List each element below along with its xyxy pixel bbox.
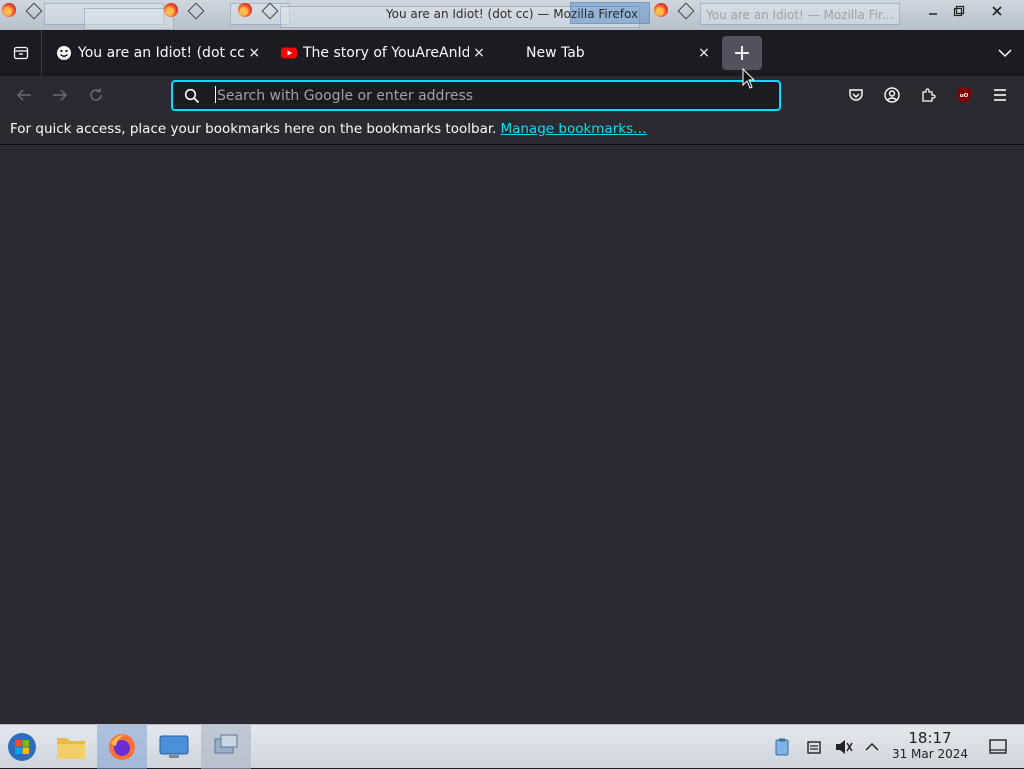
firefox-taskbar-button[interactable] [97, 725, 147, 769]
back-icon[interactable] [12, 84, 36, 106]
menu-hamburger-icon[interactable] [988, 84, 1012, 106]
window-title: You are an Idiot! (dot cc) — Mozilla Fir… [385, 7, 639, 21]
tab-youareanidiot[interactable]: You are an Idiot! (dot cc) × [56, 30, 262, 76]
manage-bookmarks-link[interactable]: Manage bookmarks… [500, 121, 646, 137]
maximize-icon[interactable] [948, 2, 970, 20]
search-icon [173, 82, 211, 109]
reload-icon[interactable] [84, 84, 108, 106]
minimize-icon[interactable] [922, 2, 944, 20]
tab-close-icon[interactable]: × [696, 45, 712, 61]
tab-strip: You are an Idiot! (dot cc) × The story o… [0, 30, 1024, 76]
taskbar-clock[interactable]: 18:17 31 Mar 2024 [888, 729, 972, 761]
url-bar[interactable] [171, 80, 781, 111]
extensions-icon[interactable] [916, 84, 940, 106]
chevron-up-icon[interactable] [862, 737, 882, 757]
storage-icon[interactable] [804, 737, 824, 757]
address-input[interactable] [211, 87, 779, 104]
monitor-icon [159, 735, 189, 758]
volume-muted-icon[interactable] [834, 737, 854, 757]
window-titlebar[interactable]: You are an Idiot! — Mozilla Fir... You a… [0, 0, 1024, 30]
show-desktop-icon[interactable] [988, 737, 1008, 757]
smiley-icon [56, 45, 72, 61]
network-computer-icon [214, 734, 238, 754]
start-button[interactable] [0, 725, 44, 769]
text-caret [215, 86, 216, 103]
tab-close-icon[interactable]: × [246, 45, 262, 61]
clipboard-icon[interactable] [772, 737, 792, 757]
firefox-view-button[interactable] [0, 30, 42, 76]
system-settings-button[interactable] [149, 725, 199, 769]
tab-label: New Tab [526, 45, 585, 61]
youtube-icon [281, 45, 297, 61]
network-app-button[interactable] [201, 725, 251, 769]
forward-icon[interactable] [48, 84, 72, 106]
page-content[interactable] [0, 145, 1024, 724]
account-icon[interactable] [880, 84, 904, 106]
close-window-icon[interactable] [986, 2, 1008, 20]
file-manager-button[interactable] [46, 725, 96, 769]
firefox-icon [109, 734, 135, 760]
svg-text:uO: uO [960, 93, 969, 99]
list-all-tabs-icon[interactable] [996, 44, 1014, 62]
navigation-toolbar: uO [0, 76, 1024, 114]
ublock-origin-icon[interactable]: uO [952, 84, 976, 106]
tab-new-tab[interactable]: New Tab × [505, 30, 712, 76]
taskbar: 18:17 31 Mar 2024 [0, 724, 1024, 769]
tab-youtube-story[interactable]: The story of YouAreAnIdi × [281, 30, 487, 76]
new-tab-button[interactable]: + [722, 36, 762, 70]
windows-logo-icon [8, 733, 36, 761]
clock-time: 18:17 [908, 729, 952, 747]
tab-label: You are an Idiot! (dot cc) [78, 45, 247, 61]
mouse-cursor-icon [742, 68, 756, 89]
tab-label: The story of YouAreAnIdi [303, 45, 469, 61]
bookmarks-toolbar: For quick access, place your bookmarks h… [0, 114, 1024, 145]
bookmarks-hint-text: For quick access, place your bookmarks h… [10, 121, 497, 137]
pocket-icon[interactable] [844, 84, 868, 106]
tab-close-icon[interactable]: × [471, 45, 487, 61]
firefox-view-icon [13, 46, 28, 60]
folder-icon [57, 738, 85, 759]
clock-date: 31 Mar 2024 [891, 747, 969, 761]
